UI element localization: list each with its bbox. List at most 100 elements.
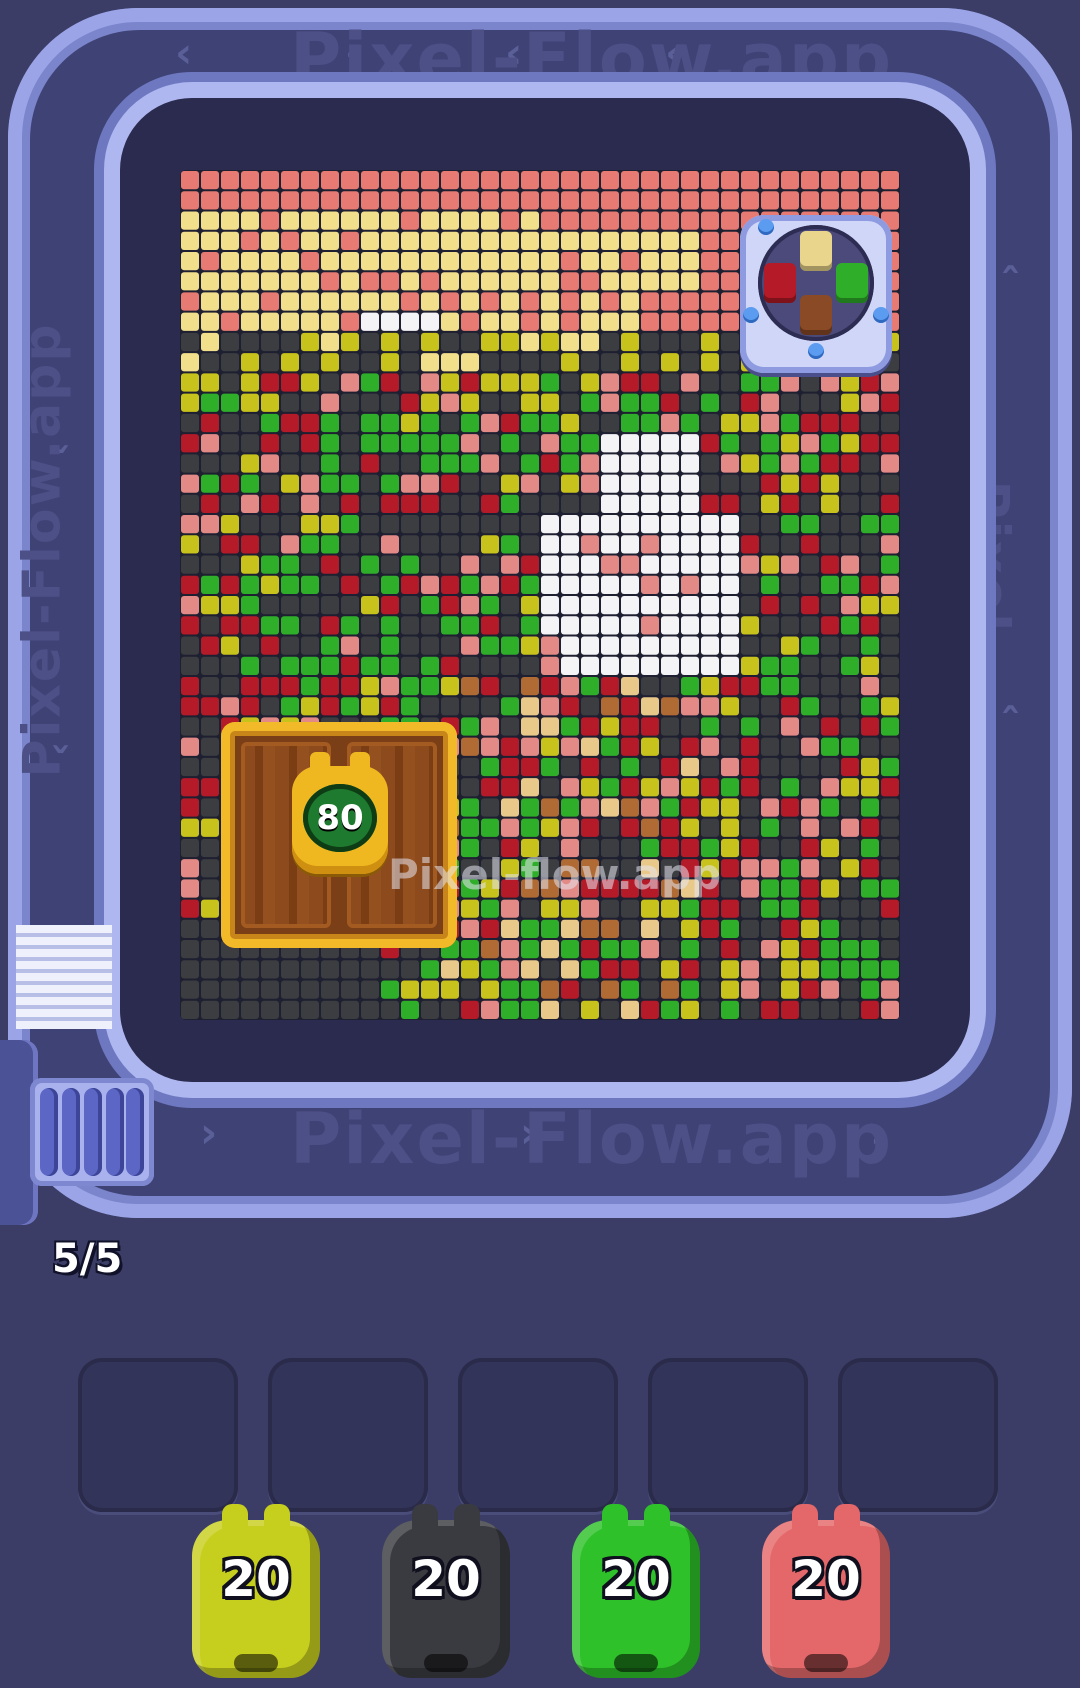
pixel-cell <box>181 899 199 918</box>
holding-slot[interactable] <box>268 1358 428 1512</box>
pixel-cell <box>301 616 319 635</box>
pixel-cell <box>881 575 899 594</box>
pixel-cell <box>281 231 299 250</box>
pixel-cell <box>481 636 499 655</box>
pixel-cell <box>441 515 459 534</box>
pixel-cell <box>361 575 379 594</box>
pixel-cell <box>701 474 719 493</box>
pig-shooter-yellow[interactable]: 20 <box>192 1504 320 1678</box>
pixel-cell <box>461 980 479 999</box>
pixel-cell <box>281 555 299 574</box>
pixel-cell <box>221 393 239 412</box>
pixel-cell <box>701 818 719 837</box>
pixel-cell <box>721 413 739 433</box>
holding-slot[interactable] <box>78 1358 238 1512</box>
pixel-cell <box>441 413 459 433</box>
pixel-cell <box>461 434 479 453</box>
pixel-cell <box>361 434 379 453</box>
pixel-cell <box>741 191 759 210</box>
pixel-cell <box>541 960 559 979</box>
pixel-cell <box>341 535 359 554</box>
pixel-cell <box>241 312 259 331</box>
pixel-cell <box>581 697 599 716</box>
pixel-cell <box>381 474 399 493</box>
pixel-cell <box>221 494 239 514</box>
pixel-cell <box>201 798 219 817</box>
pig-shooter-black[interactable]: 20 <box>382 1504 510 1678</box>
pixel-cell <box>541 474 559 493</box>
pixel-cell <box>681 960 699 979</box>
pixel-cell <box>821 535 839 554</box>
pixel-cell <box>321 353 339 372</box>
pixel-cell <box>201 919 219 939</box>
pixel-cell <box>401 656 419 675</box>
pixel-cell <box>601 676 619 696</box>
pixel-cell <box>761 838 779 858</box>
pixel-cell <box>341 515 359 534</box>
pixel-cell <box>761 434 779 453</box>
pixel-cell <box>201 940 219 959</box>
pixel-cell <box>801 899 819 918</box>
pixel-cell <box>761 960 779 979</box>
pixel-cell <box>561 919 579 939</box>
pixel-cell <box>881 656 899 675</box>
pixel-cell <box>181 413 199 433</box>
pixel-cell <box>341 292 359 311</box>
belt-stack <box>16 925 112 1029</box>
pixel-cell <box>721 373 739 392</box>
pixel-cell <box>581 231 599 250</box>
pixel-cell <box>781 656 799 675</box>
spinner-dot <box>873 307 889 323</box>
pixel-cell <box>201 494 219 514</box>
pixel-cell <box>521 899 539 918</box>
pixel-cell <box>441 697 459 716</box>
pixel-cell <box>601 697 619 716</box>
pixel-cell <box>561 434 579 453</box>
pixel-cell <box>881 757 899 777</box>
holding-slot[interactable] <box>648 1358 808 1512</box>
pixel-cell <box>341 171 359 190</box>
pixel-cell <box>341 454 359 473</box>
pixel-cell <box>861 737 879 756</box>
holding-slot[interactable] <box>838 1358 998 1512</box>
pig-shooter-green[interactable]: 20 <box>572 1504 700 1678</box>
pixel-cell <box>221 980 239 999</box>
pixel-cell <box>821 515 839 534</box>
holding-slot[interactable] <box>458 1358 618 1512</box>
pixel-cell <box>521 555 539 574</box>
pixel-cell <box>341 575 359 594</box>
pixel-cell <box>461 535 479 554</box>
pixel-cell <box>241 292 259 311</box>
pixel-cell <box>521 616 539 635</box>
pixel-cell <box>361 636 379 655</box>
pixel-cell <box>641 191 659 210</box>
pixel-cell <box>801 454 819 473</box>
pixel-cell <box>741 636 759 655</box>
pixel-cell <box>821 656 839 675</box>
pixel-cell <box>881 879 899 898</box>
pixel-cell <box>221 413 239 433</box>
pixel-cell <box>581 454 599 473</box>
pixel-cell <box>541 656 559 675</box>
pixel-cell <box>341 596 359 615</box>
pixel-cell <box>421 1000 439 1019</box>
pixel-cell <box>481 798 499 817</box>
pixel-cell <box>781 636 799 655</box>
pixel-cell <box>181 251 199 271</box>
pixel-cell <box>681 231 699 250</box>
pixel-cell <box>621 899 639 918</box>
belt-coil[interactable] <box>30 1078 154 1186</box>
color-spinner[interactable] <box>740 215 892 373</box>
belt-chevron-icon: › <box>200 1108 218 1157</box>
pig-shooter-pink[interactable]: 20 <box>762 1504 890 1678</box>
pixel-cell <box>341 474 359 493</box>
pixel-cell <box>581 555 599 574</box>
pixel-cell <box>581 393 599 412</box>
pixel-cell <box>701 919 719 939</box>
spinner-dot <box>758 219 774 235</box>
pixel-cell <box>201 818 219 837</box>
pixel-cell <box>241 676 259 696</box>
pixel-cell <box>601 656 619 675</box>
pixel-cell <box>421 636 439 655</box>
pixel-cell <box>661 940 679 959</box>
